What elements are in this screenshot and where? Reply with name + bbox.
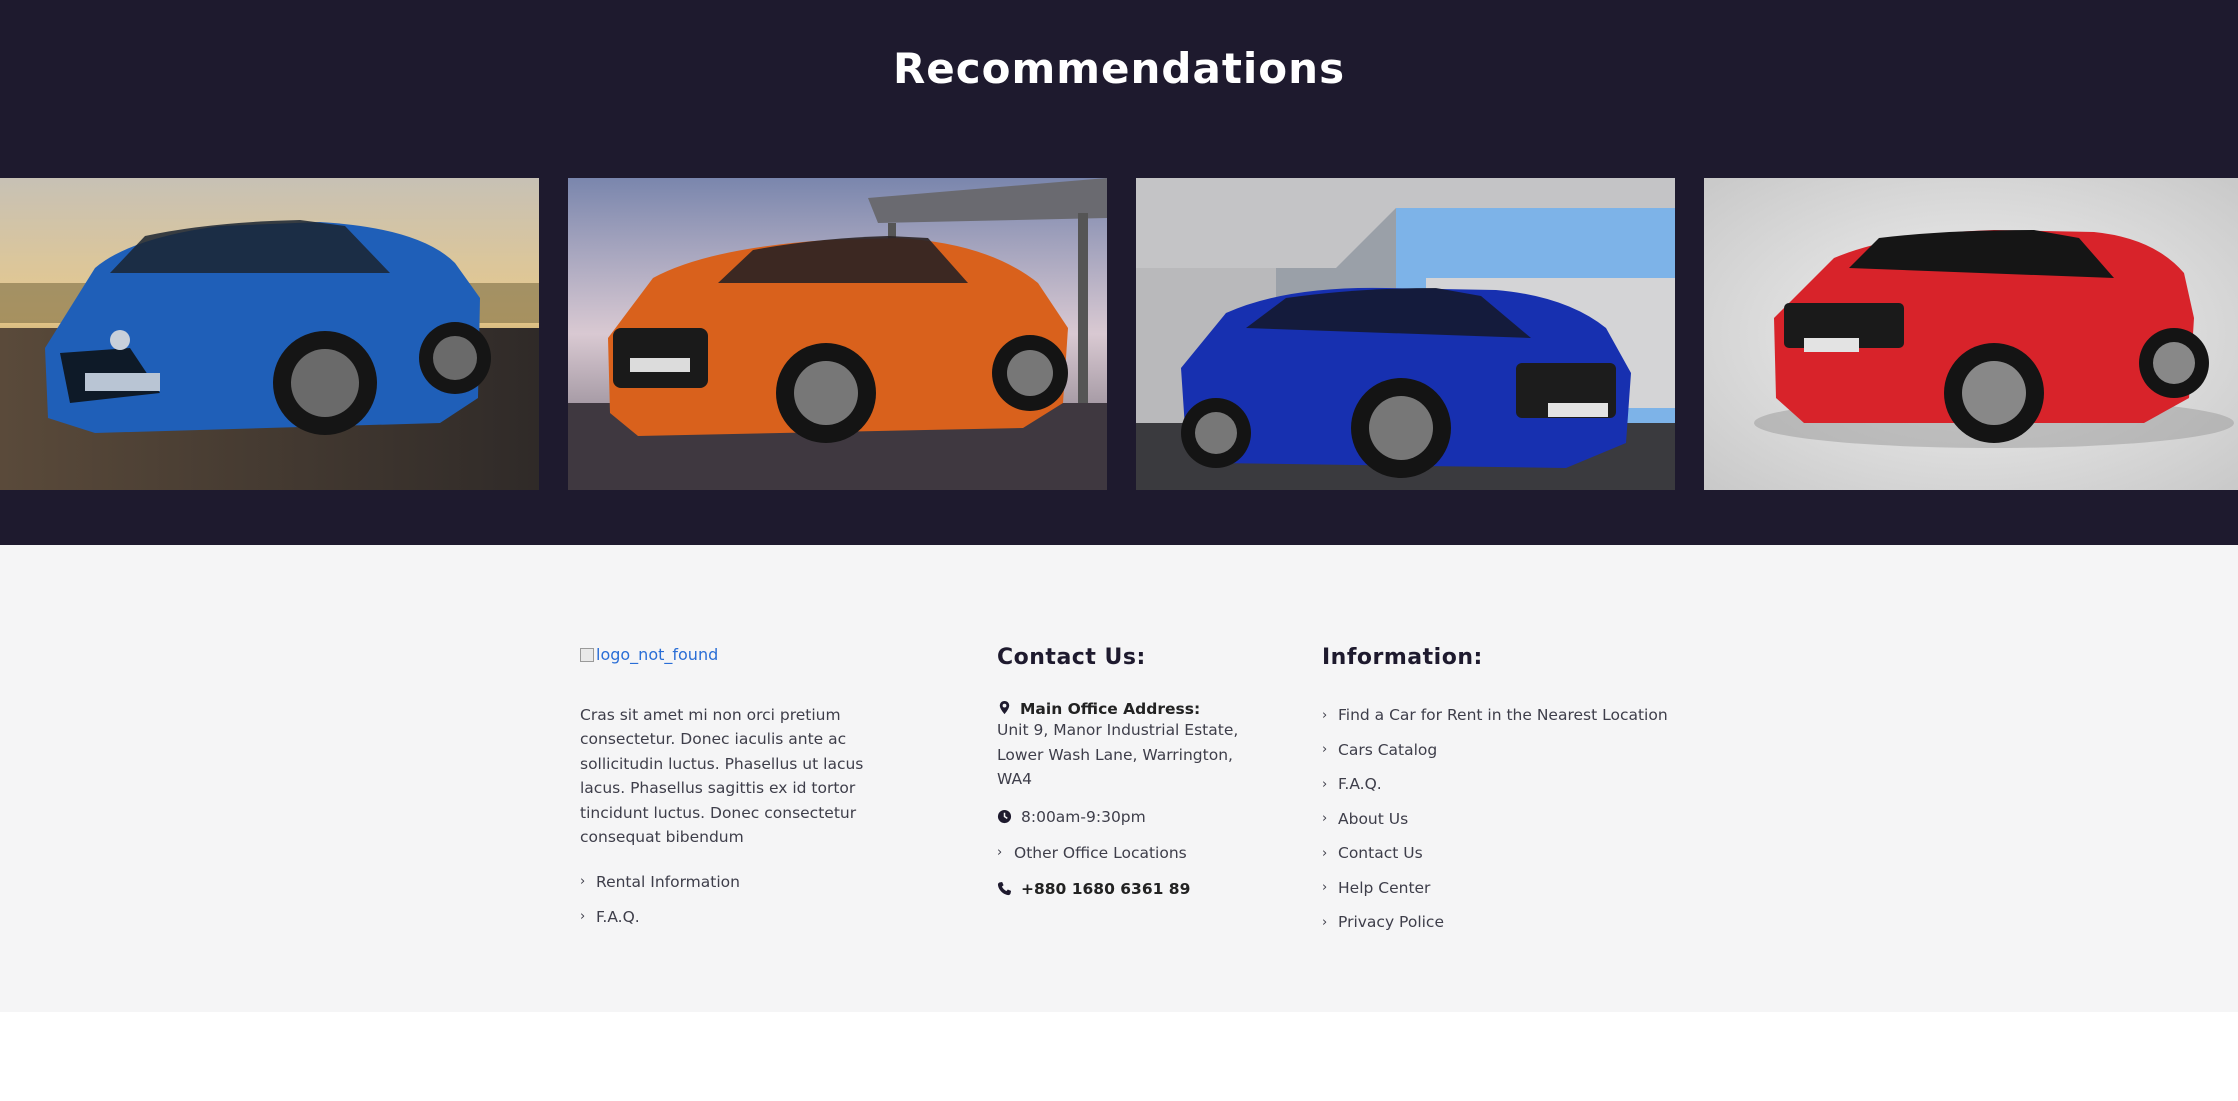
info-link-label: Privacy Police bbox=[1338, 913, 1444, 932]
car-photo-nissan-qashqai bbox=[0, 178, 539, 490]
car-card-audi-q3[interactable] bbox=[568, 178, 1107, 490]
chevron-right-icon: › bbox=[1322, 742, 1328, 758]
footer-information-column: Information: › Find a Car for Rent in th… bbox=[1322, 645, 1682, 940]
car-photo-skoda-kodiaq bbox=[1704, 178, 2238, 490]
address-label: Main Office Address: bbox=[1020, 700, 1201, 718]
office-address: Main Office Address: Unit 9, Manor Indus… bbox=[997, 700, 1257, 792]
info-link-label: Help Center bbox=[1338, 878, 1431, 897]
opening-hours: 8:00am-9:30pm bbox=[997, 808, 1257, 826]
about-link-faq[interactable]: › F.A.Q. bbox=[580, 899, 910, 934]
footer-about-column: logo_not_found Cras sit amet mi non orci… bbox=[580, 645, 910, 934]
information-links: › Find a Car for Rent in the Nearest Loc… bbox=[1322, 698, 1682, 940]
info-link-privacy-police[interactable]: › Privacy Police bbox=[1322, 905, 1682, 940]
info-link-help-center[interactable]: › Help Center bbox=[1322, 871, 1682, 906]
broken-image-icon bbox=[580, 647, 594, 662]
info-link-label: Contact Us bbox=[1338, 844, 1423, 863]
car-card-skoda-kodiaq[interactable] bbox=[1704, 178, 2238, 490]
info-link-label: Cars Catalog bbox=[1338, 740, 1438, 759]
chevron-right-icon: › bbox=[580, 874, 586, 890]
info-link-faq[interactable]: › F.A.Q. bbox=[1322, 767, 1682, 802]
car-card-audi-sq7[interactable] bbox=[1136, 178, 1675, 490]
logo-alt-text: logo_not_found bbox=[596, 645, 719, 664]
recommendations-title: Recommendations bbox=[892, 44, 1346, 93]
contact-heading: Contact Us: bbox=[997, 645, 1146, 670]
info-link-label: Find a Car for Rent in the Nearest Locat… bbox=[1338, 706, 1668, 725]
chevron-right-icon: › bbox=[1322, 811, 1328, 827]
clock-icon bbox=[997, 810, 1012, 824]
chevron-right-icon: › bbox=[1322, 880, 1328, 896]
information-heading: Information: bbox=[1322, 645, 1483, 670]
map-pin-icon bbox=[999, 700, 1010, 715]
car-photo-audi-q3 bbox=[568, 178, 1107, 490]
chevron-right-icon: › bbox=[997, 845, 1003, 861]
footer-contact-column: Contact Us: Main Office Address: Unit 9,… bbox=[997, 645, 1257, 898]
address-text: Unit 9, Manor Industrial Estate, Lower W… bbox=[997, 721, 1239, 789]
other-locations-label: Other Office Locations bbox=[1014, 843, 1187, 862]
chevron-right-icon: › bbox=[580, 909, 586, 925]
about-description: Cras sit amet mi non orci pretium consec… bbox=[580, 705, 864, 847]
chevron-right-icon: › bbox=[1322, 914, 1328, 930]
phone-text: +880 1680 6361 89 bbox=[1021, 879, 1191, 898]
info-link-contact-us[interactable]: › Contact Us bbox=[1322, 836, 1682, 871]
other-office-locations-link[interactable]: › Other Office Locations bbox=[997, 844, 1257, 862]
car-card-nissan-qashqai[interactable] bbox=[0, 178, 539, 490]
contact-details: Main Office Address: Unit 9, Manor Indus… bbox=[997, 700, 1257, 898]
hours-text: 8:00am-9:30pm bbox=[1021, 807, 1146, 826]
about-link-rental-information[interactable]: › Rental Information bbox=[580, 864, 910, 899]
phone-number[interactable]: +880 1680 6361 89 bbox=[997, 880, 1257, 898]
info-link-find-car[interactable]: › Find a Car for Rent in the Nearest Loc… bbox=[1322, 698, 1682, 733]
about-link-label: F.A.Q. bbox=[596, 907, 640, 926]
footer-logo-link[interactable]: logo_not_found bbox=[580, 645, 718, 664]
about-link-label: Rental Information bbox=[596, 872, 740, 891]
address-label-row: Main Office Address: bbox=[997, 700, 1257, 718]
info-link-label: F.A.Q. bbox=[1338, 775, 1382, 794]
about-links: › Rental Information › F.A.Q. bbox=[580, 864, 910, 934]
info-link-cars-catalog[interactable]: › Cars Catalog bbox=[1322, 733, 1682, 768]
chevron-right-icon: › bbox=[1322, 776, 1328, 792]
chevron-right-icon: › bbox=[1322, 707, 1328, 723]
page-bottom-spacer bbox=[0, 1012, 2238, 1101]
chevron-right-icon: › bbox=[1322, 845, 1328, 861]
site-footer: logo_not_found Cras sit amet mi non orci… bbox=[0, 545, 2238, 1012]
info-link-about-us[interactable]: › About Us bbox=[1322, 802, 1682, 837]
recommendations-section: Recommendations bbox=[0, 0, 2238, 545]
info-link-label: About Us bbox=[1338, 809, 1409, 828]
phone-icon bbox=[997, 882, 1012, 896]
car-photo-audi-sq7 bbox=[1136, 178, 1675, 490]
